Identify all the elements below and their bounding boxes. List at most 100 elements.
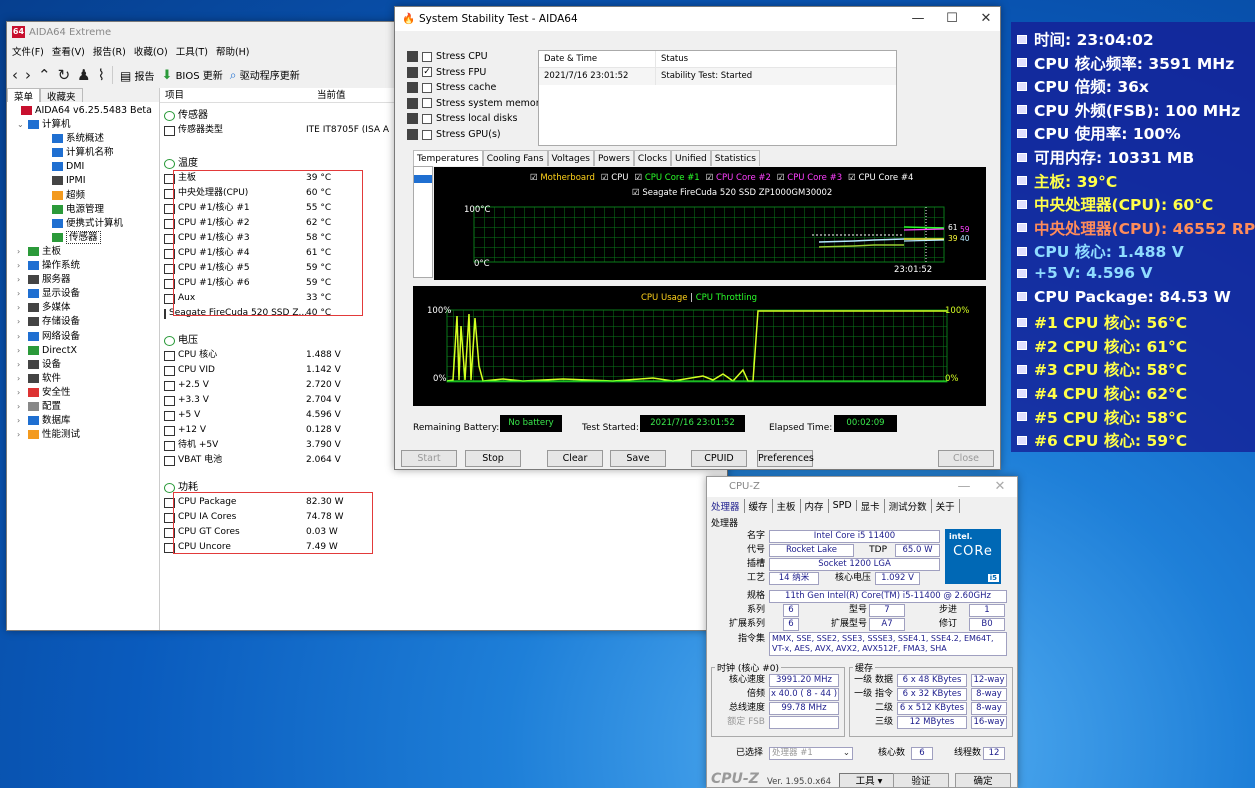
menu-item[interactable]: 工具(T) (176, 44, 208, 62)
preferences-button[interactable]: Preferences (757, 450, 814, 467)
legend-checkbox[interactable]: ☑ (530, 173, 540, 183)
close-button[interactable]: ✕ (983, 477, 1017, 499)
minimize-button[interactable]: — (947, 477, 981, 499)
expand-icon[interactable]: › (17, 414, 28, 428)
legend-checkbox[interactable]: ☑ (634, 173, 644, 183)
tab-temperatures[interactable]: Temperatures (413, 150, 483, 166)
legend-checkbox[interactable]: ☑ (848, 173, 858, 183)
cpuz-tab[interactable]: 显卡 (857, 498, 885, 513)
section-voltage[interactable]: 电压 (164, 333, 306, 348)
close-button[interactable]: ✕ (969, 7, 1003, 31)
expand-icon[interactable]: › (17, 330, 28, 344)
forward-icon[interactable]: › (25, 67, 31, 83)
expand-icon[interactable]: › (17, 358, 28, 372)
tree-item[interactable]: AIDA64 v6.25.5483 Beta (7, 104, 159, 118)
tree-item[interactable]: › 操作系统 (7, 259, 159, 273)
driver-update-button[interactable]: ⌕ 驱动程序更新 (230, 67, 300, 83)
expand-icon[interactable]: › (17, 259, 28, 273)
tree-item[interactable]: › 服务器 (7, 273, 159, 287)
table-row[interactable]: +3.3 V 2.704 V (164, 393, 341, 408)
table-row[interactable]: CPU 核心 1.488 V (164, 348, 341, 363)
column-item[interactable]: 项目 (160, 88, 317, 102)
table-row[interactable]: 待机 +5V 3.790 V (164, 438, 341, 453)
tree-item[interactable]: DMI (7, 160, 159, 174)
user-icon[interactable]: ♟ (77, 67, 90, 83)
tree-item[interactable]: › 软件 (7, 372, 159, 386)
chart-icon[interactable]: ⌇ (98, 67, 105, 83)
tab-statistics[interactable]: Statistics (710, 150, 760, 166)
bios-update-button[interactable]: ⬇ BIOS 更新 (161, 67, 222, 83)
table-row[interactable]: +5 V 4.596 V (164, 408, 341, 423)
legend-item[interactable]: ☑ CPU Core #4 (848, 173, 913, 183)
expand-icon[interactable]: › (17, 344, 28, 358)
tree-item[interactable]: › 多媒体 (7, 301, 159, 315)
close-test-button[interactable]: Close (938, 450, 994, 467)
tree-item[interactable]: › 网络设备 (7, 330, 159, 344)
tab-powers[interactable]: Powers (594, 150, 634, 166)
expand-icon[interactable]: › (17, 428, 28, 442)
cpuz-tab[interactable]: 处理器 (707, 498, 745, 513)
processor-select[interactable]: 处理器 #1 ⌄ (769, 747, 853, 760)
tree-item[interactable]: › 设备 (7, 358, 159, 372)
section-sensors[interactable]: 传感器 (164, 108, 306, 123)
cpuz-tab[interactable]: 主板 (773, 498, 801, 513)
checkbox[interactable] (422, 82, 432, 93)
refresh-icon[interactable]: ↻ (58, 67, 71, 83)
legend-item[interactable]: ☑ CPU Core #2 (706, 173, 771, 183)
menu-item[interactable]: 收藏(O) (134, 44, 168, 62)
up-icon[interactable]: ⌃ (38, 67, 51, 83)
table-row[interactable]: VBAT 电池 2.064 V (164, 453, 341, 468)
tree-item[interactable]: › 数据库 (7, 414, 159, 428)
save-button[interactable]: Save (610, 450, 666, 467)
tree-item[interactable]: › 主板 (7, 245, 159, 259)
col-status[interactable]: Status (656, 51, 688, 67)
clear-button[interactable]: Clear (547, 450, 603, 467)
legend-item[interactable]: ☑ CPU Core #3 (777, 173, 842, 183)
stress-checkbox[interactable]: ✓ Stress FPU (407, 65, 486, 80)
log-row[interactable]: 2021/7/16 23:01:52 Stability Test: Start… (539, 68, 896, 85)
graph-scroll[interactable] (413, 166, 433, 278)
maximize-button[interactable]: ☐ (935, 7, 969, 31)
tab-unified[interactable]: Unified (671, 150, 711, 166)
section-temperature[interactable]: 温度 (164, 156, 306, 171)
tree-item[interactable]: ⌄ 计算机 (7, 118, 159, 132)
menu-item[interactable]: 文件(F) (12, 44, 44, 62)
cpuz-tab[interactable]: 测试分数 (885, 498, 932, 513)
stress-checkbox[interactable]: Stress cache (407, 80, 496, 95)
menu-item[interactable]: 报告(R) (93, 44, 126, 62)
expand-icon[interactable]: › (17, 315, 28, 329)
stress-checkbox[interactable]: Stress system memory (407, 96, 545, 111)
expanded-icon[interactable]: ⌄ (17, 118, 28, 132)
tree-item[interactable]: 计算机名称 (7, 146, 159, 160)
cpuz-tab[interactable]: 内存 (801, 498, 829, 513)
checkbox[interactable] (422, 113, 432, 124)
table-row[interactable]: +2.5 V 2.720 V (164, 378, 341, 393)
cpuid-button[interactable]: CPUID (691, 450, 747, 467)
tab-clocks[interactable]: Clocks (633, 150, 672, 166)
menu-item[interactable]: 帮助(H) (216, 44, 250, 62)
tab-menu[interactable]: 菜单 (7, 88, 41, 103)
legend-item[interactable]: ☑ CPU (601, 173, 629, 183)
back-icon[interactable]: ‹ (12, 67, 18, 83)
checkbox[interactable] (422, 129, 432, 140)
checkbox[interactable] (422, 51, 432, 62)
tab-favorites[interactable]: 收藏夹 (40, 88, 83, 103)
expand-icon[interactable]: › (17, 273, 28, 287)
expand-icon[interactable]: › (17, 400, 28, 414)
stress-checkbox[interactable]: Stress GPU(s) (407, 127, 501, 142)
cpuz-tab[interactable]: 缓存 (745, 498, 773, 513)
start-button[interactable]: Start (401, 450, 457, 467)
table-row[interactable]: CPU VID 1.142 V (164, 363, 341, 378)
tree-item[interactable]: › 性能测试 (7, 428, 159, 442)
stress-checkbox[interactable]: Stress CPU (407, 49, 488, 64)
expand-icon[interactable]: › (17, 386, 28, 400)
legend-checkbox[interactable]: ☑ (601, 173, 611, 183)
table-row[interactable]: +12 V 0.128 V (164, 423, 341, 438)
table-row[interactable]: 传感器类型 ITE IT8705F (ISA A (164, 123, 389, 138)
tree-item[interactable]: 便携式计算机 (7, 217, 159, 231)
tools-button[interactable]: 工具 ▾ (839, 773, 899, 787)
stop-button[interactable]: Stop (465, 450, 521, 467)
minimize-button[interactable]: — (901, 7, 935, 31)
report-button[interactable]: ▤ 报告 (120, 68, 155, 83)
tree-item[interactable]: › 配置 (7, 400, 159, 414)
